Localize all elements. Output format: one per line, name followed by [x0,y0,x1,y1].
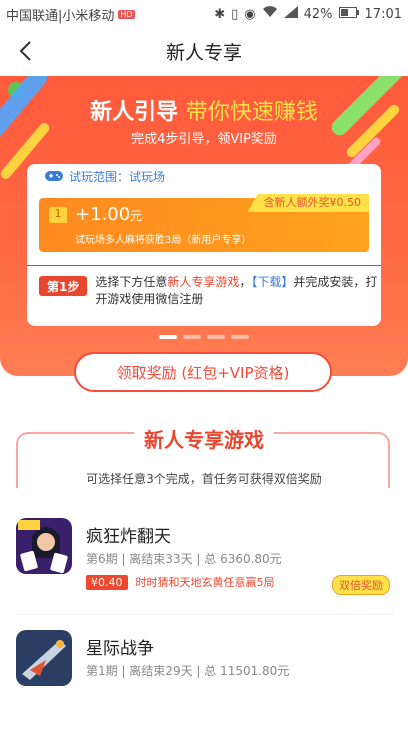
game-meta: 第6期 | 离结束33天 | 总 6360.80元 [86,552,282,566]
claim-reward-button[interactable]: 领取奖励 (红包+VIP资格) [74,352,332,392]
guide-card: 试玩范围：试玩场 1 +1.00元 试玩场多人麻将获胜3局（新用户专享） 含新人… [27,164,381,326]
carrier-text: 中国联通|小米移动 [6,8,115,24]
game-task: 时时猜和天地玄黄任意赢5局 [135,576,275,589]
page-title: 新人专享 [165,41,242,64]
hero-subtitle: 完成4步引导，领VIP奖励 [131,132,277,147]
carousel-dot[interactable] [183,335,201,339]
task-item[interactable]: 1 +1.00元 试玩场多人麻将获胜3局（新用户专享） 含新人额外奖¥0.50 [39,194,369,252]
extra-bonus-tag: 含新人额外奖¥0.50 [247,194,369,212]
game-name: 疯狂炸翻天 [86,527,171,547]
divider [27,265,381,266]
battery-icon [338,6,359,22]
vibrate-icon: ▯ [231,6,239,22]
battery-text: 42% [303,6,333,22]
task-description: 试玩场多人麻将获胜3局（新用户专享） [75,235,252,246]
task-number: 1 [49,207,67,223]
bluetooth-icon: ✱ [214,6,226,22]
nav-bar: 新人专享 [0,28,408,74]
game-price: ¥0.40 [86,574,128,590]
scope-row: 试玩范围：试玩场 [27,164,381,188]
hero-title-bold: 新人引导 [90,100,179,125]
eye-icon: ◉ [244,6,256,22]
step-text: 选择下方任意新人专享游戏，【下载】并完成安装，打开游戏使用微信注册 [95,275,378,306]
step-tag: 第1步 [39,276,88,296]
double-reward-badge: 双倍奖励 [332,575,390,595]
game-item[interactable]: 疯狂炸翻天 第6期 | 离结束33天 | 总 6360.80元 ¥0.40 时时… [16,518,394,618]
carousel-dot[interactable] [159,335,177,339]
hero-title: 新人引导 带你快速赚钱 [0,94,408,126]
game-meta: 第1期 | 离结束29天 | 总 11501.80元 [86,664,290,678]
status-bar: 中国联通|小米移动 HD ✱ ▯ ◉ 42% 17:01 [0,0,408,28]
carousel-indicator [0,335,408,339]
games-section-title: 新人专享游戏 [0,424,408,453]
back-button[interactable] [10,36,40,66]
hd-badge: HD [118,9,135,19]
chevron-left-icon [19,41,31,61]
wifi-icon [262,6,278,22]
carousel-dot[interactable] [207,335,225,339]
signal-icon [283,6,298,22]
game-icon [16,518,72,574]
divider [16,614,394,615]
hero-banner: 新人引导 带你快速赚钱 完成4步引导，领VIP奖励 试玩范围：试玩场 1 +1.… [0,76,408,376]
game-task-row: ¥0.40 时时猜和天地玄黄任意赢5局 [86,574,275,590]
clock-text: 17:01 [364,6,402,22]
games-section-subtitle: 可选择任意3个完成，首任务可获得双倍奖励 [86,472,322,486]
hero-title-highlight: 带你快速赚钱 [185,100,318,125]
scope-label: 试玩范围：试玩场 [69,169,166,184]
game-name: 星际战争 [86,639,154,659]
game-item[interactable]: 星际战争 第1期 | 离结束29天 | 总 11501.80元 [16,630,394,730]
gamepad-icon [45,171,63,181]
carousel-dot[interactable] [231,335,249,339]
download-link[interactable]: 【下载】 [251,275,293,289]
step-row: 第1步 选择下方任意新人专享游戏，【下载】并完成安装，打开游戏使用微信注册 [39,274,379,308]
reward-amount: +1.00元 [75,204,143,225]
